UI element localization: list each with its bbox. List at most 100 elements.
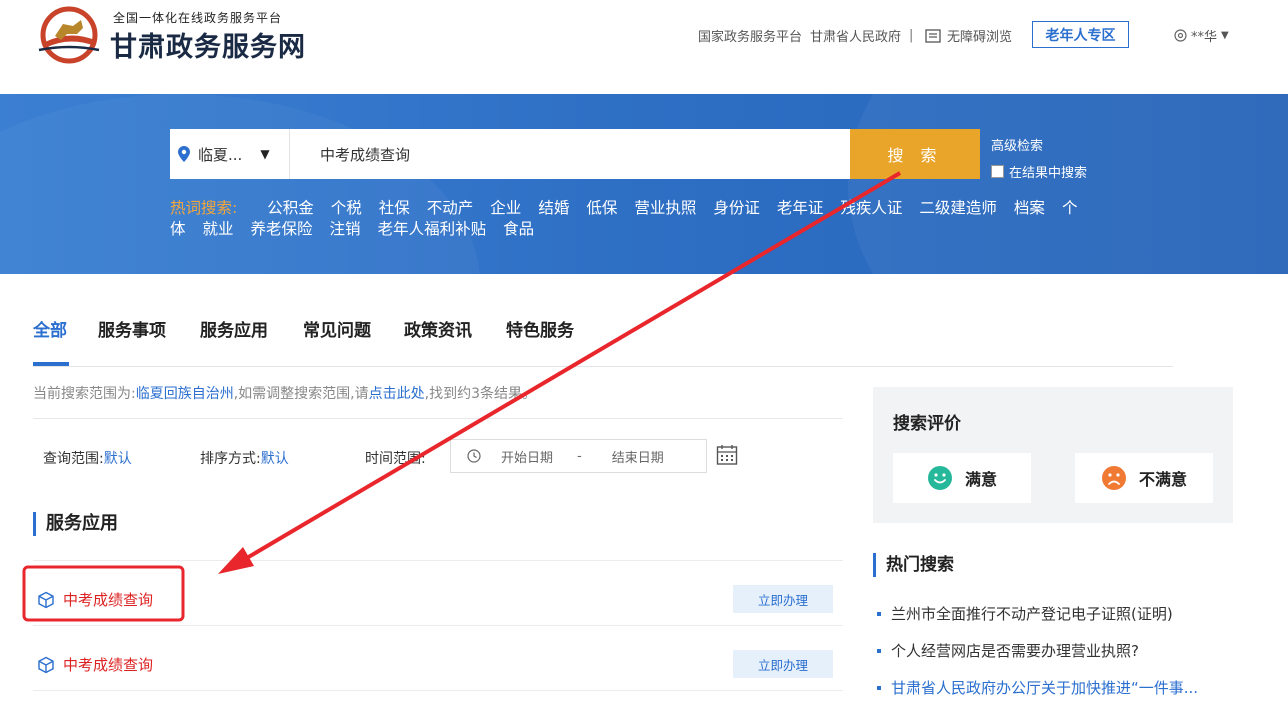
- tab-service-apps[interactable]: 服务应用: [200, 316, 268, 341]
- region-select[interactable]: 临夏... ▼: [170, 129, 290, 179]
- logo-title[interactable]: 甘肃政务服务网: [110, 25, 306, 64]
- hot-word[interactable]: 结婚: [538, 199, 569, 217]
- start-date-input[interactable]: 开始日期: [501, 447, 553, 466]
- scope-region[interactable]: 临夏回族自治州: [136, 386, 234, 402]
- hot-word[interactable]: 个税: [331, 199, 362, 217]
- filter-time-label: 时间范围:: [365, 451, 426, 467]
- filter-range-value[interactable]: 默认: [104, 451, 132, 467]
- cube-icon: [38, 591, 54, 608]
- hot-word[interactable]: 残疾人证: [840, 199, 902, 217]
- location-pin-icon: [178, 146, 190, 162]
- result-tabs: 全部 服务事项 服务应用 常见问题 政策资讯 特色服务: [33, 300, 1173, 367]
- hot-word[interactable]: 低保: [586, 199, 617, 217]
- clock-icon: [467, 449, 481, 463]
- user-menu[interactable]: **华 ▼: [1174, 26, 1229, 45]
- tab-faq[interactable]: 常见问题: [303, 316, 371, 341]
- calendar-icon[interactable]: [716, 444, 738, 466]
- logo-subtitle: 全国一体化在线政务服务平台: [113, 11, 283, 25]
- tab-featured-services[interactable]: 特色服务: [506, 316, 574, 341]
- search-scope: 当前搜索范围为:临夏回族自治州,如需调整搜索范围,请点击此处,找到约3条结果。: [33, 383, 536, 403]
- hot-word[interactable]: 老年证: [777, 199, 824, 217]
- scope-change-link[interactable]: 点击此处: [369, 386, 425, 402]
- hot-word[interactable]: 食品: [503, 220, 534, 238]
- divider: [33, 625, 843, 626]
- result-title: 中考成绩查询: [63, 591, 154, 609]
- satisfied-label: 满意: [964, 470, 997, 489]
- filter-sort: 排序方式:默认: [200, 448, 289, 468]
- filter-sort-value[interactable]: 默认: [261, 451, 289, 467]
- hot-word[interactable]: 营业执照: [634, 199, 696, 217]
- link-separator: |: [909, 28, 914, 43]
- divider: [33, 690, 843, 691]
- smile-face-icon: [927, 466, 952, 490]
- chevron-down-icon: ▼: [260, 147, 270, 161]
- hot-search-item[interactable]: 甘肃省人民政府办公厅关于加快推进“一件事...: [877, 677, 1198, 698]
- hot-search-item-label: 个人经营网店是否需要办理营业执照?: [891, 642, 1139, 660]
- filter-range-label: 查询范围:: [43, 451, 104, 467]
- hot-word[interactable]: 档案: [1014, 199, 1045, 217]
- hot-word[interactable]: 养老保险: [251, 220, 313, 238]
- bullet: [877, 685, 881, 690]
- section-title-service-apps: 服务应用: [33, 512, 118, 536]
- hot-search-title: 热门搜索: [873, 553, 954, 577]
- hot-word[interactable]: 就业: [203, 220, 234, 238]
- search-in-results[interactable]: 在结果中搜索: [991, 162, 1087, 181]
- unsatisfied-button[interactable]: 不满意: [1075, 453, 1213, 503]
- active-tab-indicator: [33, 362, 69, 366]
- hot-search-item[interactable]: 个人经营网店是否需要办理营业执照?: [877, 640, 1139, 661]
- hot-words-label: 热词搜索:: [170, 199, 238, 217]
- end-date-input[interactable]: 结束日期: [612, 447, 664, 466]
- hot-word[interactable]: 身份证: [713, 199, 760, 217]
- hot-search-item-label: 兰州市全面推行不动产登记电子证照(证明): [891, 605, 1173, 623]
- scope-suffix: ,找到约3条结果。: [424, 386, 536, 402]
- tab-policy-news[interactable]: 政策资讯: [404, 316, 472, 341]
- sad-face-icon: [1101, 466, 1126, 490]
- logo-icon[interactable]: [33, 6, 105, 64]
- chevron-down-icon: ▼: [1221, 30, 1229, 41]
- hot-word[interactable]: 社保: [379, 199, 410, 217]
- top-links: 国家政务服务平台 甘肃省人民政府 |: [698, 26, 921, 45]
- elder-zone-button[interactable]: 老年人专区: [1032, 21, 1129, 48]
- divider: [33, 418, 843, 419]
- scope-middle: ,如需调整搜索范围,请: [233, 386, 369, 402]
- hot-word[interactable]: 老年人福利补贴: [378, 220, 487, 238]
- search-bar: 临夏... ▼ 搜 索: [170, 129, 980, 179]
- search-in-results-label: 在结果中搜索: [1009, 166, 1088, 181]
- hot-search-item-label: 甘肃省人民政府办公厅关于加快推进“一件事...: [891, 679, 1199, 697]
- search-button[interactable]: 搜 索: [850, 129, 980, 179]
- handle-now-button[interactable]: 立即办理: [733, 650, 833, 678]
- hot-word[interactable]: 二级建造师: [919, 199, 997, 217]
- tab-service-items[interactable]: 服务事项: [98, 316, 166, 341]
- satisfied-button[interactable]: 满意: [893, 453, 1031, 503]
- bullet: [877, 611, 881, 616]
- search-in-results-checkbox[interactable]: [991, 165, 1004, 178]
- hot-word[interactable]: 公积金: [267, 199, 314, 217]
- advanced-search-link[interactable]: 高级检索: [991, 135, 1043, 154]
- hot-word[interactable]: 企业: [490, 199, 521, 217]
- handle-now-button[interactable]: 立即办理: [733, 585, 833, 613]
- divider: [33, 560, 843, 561]
- accessibility-link[interactable]: 无障碍浏览: [925, 26, 1012, 45]
- cube-icon: [38, 656, 54, 673]
- link-national-platform[interactable]: 国家政务服务平台: [698, 26, 802, 45]
- hot-search-item[interactable]: 兰州市全面推行不动产登记电子证照(证明): [877, 603, 1173, 624]
- result-item-title[interactable]: 中考成绩查询: [37, 654, 153, 675]
- link-gansu-government[interactable]: 甘肃省人民政府: [810, 26, 901, 45]
- accessibility-icon: [925, 28, 941, 43]
- site-header: 全国一体化在线政务服务平台 甘肃政务服务网 国家政务服务平台 甘肃省人民政府 |…: [0, 0, 1288, 94]
- accessibility-label: 无障碍浏览: [947, 30, 1013, 45]
- date-range-picker[interactable]: 开始日期 - 结束日期: [450, 439, 707, 473]
- hot-word[interactable]: 不动产: [427, 199, 474, 217]
- search-banner: 临夏... ▼ 搜 索 高级检索 在结果中搜索 热词搜索: 公积金个税社保不动产企…: [0, 94, 1288, 274]
- date-separator: -: [577, 448, 582, 464]
- filter-sort-label: 排序方式:: [200, 451, 261, 467]
- bullet: [877, 648, 881, 653]
- tab-all[interactable]: 全部: [33, 316, 67, 341]
- search-input[interactable]: [290, 129, 850, 179]
- hot-words: 热词搜索: 公积金 个税 社保 不动产 企业 结婚 低保 营业执照 身份证 老年证 残疾人证 二级建造师…: [170, 198, 1100, 240]
- user-icon: [1174, 29, 1187, 42]
- unsatisfied-label: 不满意: [1138, 470, 1187, 489]
- result-item-title[interactable]: 中考成绩查询: [37, 589, 153, 610]
- hot-word[interactable]: 注销: [330, 220, 361, 238]
- search-evaluation-card: 搜索评价 满意 不满意: [873, 387, 1233, 523]
